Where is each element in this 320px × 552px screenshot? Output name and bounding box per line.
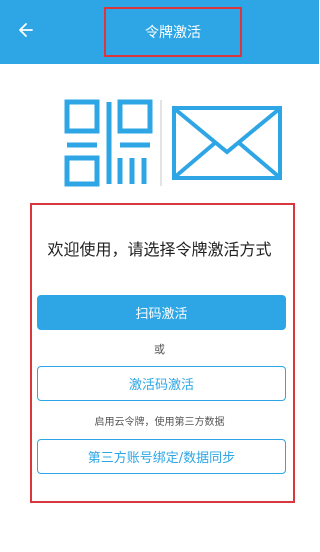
envelope-icon	[172, 106, 282, 180]
third-party-bind-button[interactable]: 第三方账号绑定/数据同步	[37, 439, 286, 474]
cloud-token-hint: 启用云令牌，使用第三方数据	[94, 417, 225, 428]
back-button[interactable]	[14, 18, 38, 42]
page-title: 令牌激活	[104, 7, 242, 57]
scan-activate-button[interactable]: 扫码激活	[37, 295, 286, 330]
welcome-message: 欢迎使用，请选择令牌激活方式	[47, 240, 272, 259]
qr-code-icon	[64, 99, 153, 187]
hero-illustration	[0, 96, 319, 188]
arrow-left-icon	[19, 23, 33, 37]
or-separator: 或	[154, 343, 165, 356]
code-activate-button[interactable]: 激活码激活	[37, 366, 286, 401]
top-app-bar: 令牌激活	[0, 0, 319, 64]
